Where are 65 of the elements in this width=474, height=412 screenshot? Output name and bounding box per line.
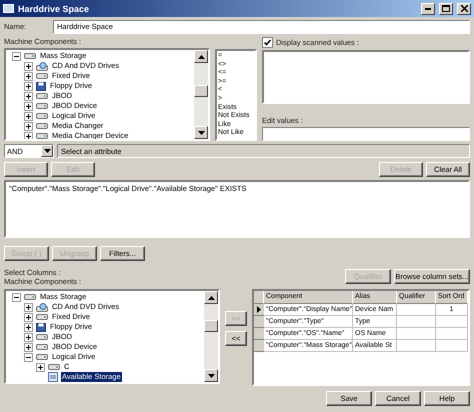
expand-icon[interactable] [24, 102, 33, 110]
expand-icon[interactable] [24, 112, 33, 120]
cd-drive-icon [36, 62, 48, 70]
table-cell [436, 316, 468, 328]
expand-icon[interactable] [24, 332, 33, 342]
row-header[interactable] [254, 304, 264, 316]
expand-icon[interactable] [24, 132, 33, 139]
drive-icon [36, 112, 48, 120]
scrollbar-thumb[interactable] [204, 320, 218, 332]
down-arrow-icon [198, 130, 204, 134]
scrollbar[interactable] [194, 50, 208, 139]
up-arrow-icon [208, 296, 214, 300]
close-button[interactable] [457, 2, 471, 14]
down-arrow-icon [208, 374, 214, 378]
drive-icon [36, 313, 48, 321]
expand-icon[interactable] [24, 342, 33, 352]
expand-icon[interactable] [24, 312, 33, 322]
expand-icon[interactable] [36, 362, 45, 372]
collapse-icon[interactable] [24, 352, 33, 362]
drive-icon [24, 293, 36, 301]
drive-icon [48, 363, 60, 371]
maximize-icon [442, 5, 450, 12]
drive-icon [36, 343, 48, 351]
collapse-icon[interactable] [12, 52, 21, 60]
floppy-icon [36, 322, 46, 332]
drive-icon [36, 333, 48, 341]
up-arrow-icon [198, 54, 204, 58]
cd-drive-icon [36, 302, 48, 312]
scanned-values-box[interactable] [262, 50, 470, 104]
table-cell [436, 328, 468, 340]
table-cell [397, 328, 436, 340]
scrollbar-thumb[interactable] [194, 85, 208, 97]
drive-icon [24, 52, 36, 60]
expand-icon[interactable] [24, 82, 33, 90]
edit-values-field[interactable] [262, 127, 470, 141]
scrollbar[interactable] [204, 291, 218, 382]
checkbox[interactable] [262, 37, 273, 48]
drive-icon [36, 122, 48, 130]
window-title: Harddrive Space [18, 4, 90, 14]
document-icon [48, 372, 58, 382]
minimize-icon [425, 8, 431, 10]
expand-icon[interactable] [24, 322, 33, 332]
expand-icon[interactable] [24, 62, 33, 70]
down-arrow-icon [44, 149, 50, 153]
collapse-icon[interactable] [12, 292, 21, 302]
row-header [254, 291, 264, 304]
expand-icon[interactable] [24, 92, 33, 100]
table-cell [397, 304, 436, 316]
drive-icon [36, 72, 48, 80]
floppy-icon [36, 82, 46, 90]
table-cell [436, 340, 468, 352]
drive-icon [36, 353, 48, 361]
expand-icon[interactable] [24, 302, 33, 312]
drive-icon [36, 132, 48, 139]
expand-icon[interactable] [24, 72, 33, 80]
close-icon [460, 5, 468, 12]
expand-icon[interactable] [24, 122, 33, 130]
drive-icon [36, 92, 48, 100]
table-cell [397, 316, 436, 328]
current-row-icon [257, 306, 261, 313]
drive-icon [36, 102, 48, 110]
minimize-button[interactable] [421, 2, 435, 14]
maximize-button[interactable] [439, 2, 453, 14]
window-icon [3, 3, 14, 14]
table-cell [397, 340, 436, 352]
